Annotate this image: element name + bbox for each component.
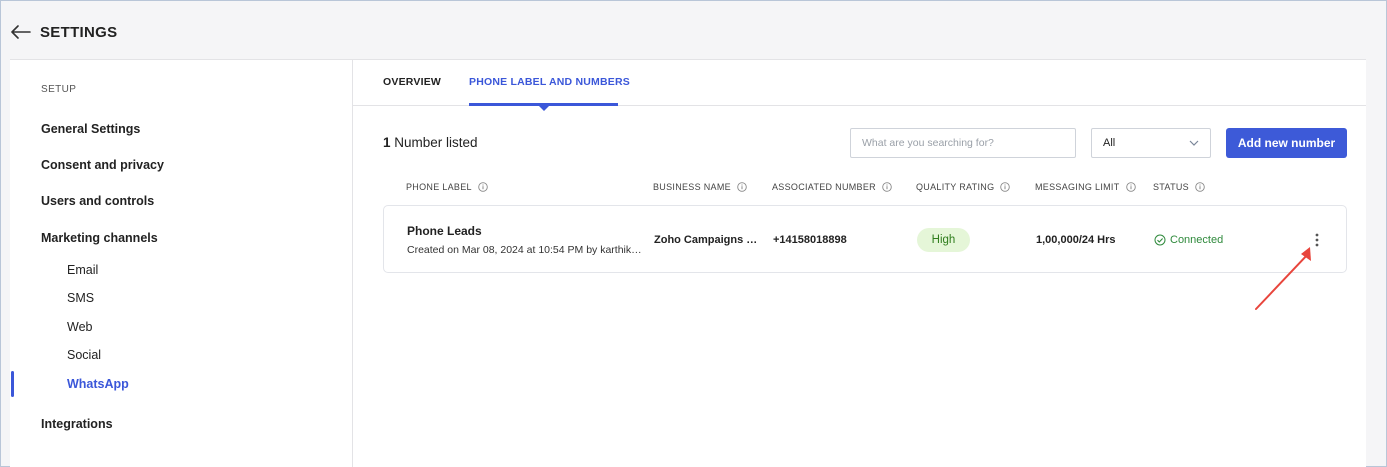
sidebar-item-marketing-channels[interactable]: Marketing channels [41,231,158,245]
annotation-arrow [1255,247,1311,310]
main-panel: OVERVIEW PHONE LABEL AND NUMBERS 1 Numbe… [353,59,1366,467]
sidebar-item-consent-privacy[interactable]: Consent and privacy [41,158,164,172]
chevron-down-icon [1189,137,1199,149]
table-row[interactable]: Phone Leads Created on Mar 08, 2024 at 1… [383,205,1347,273]
sidebar-item-users-controls[interactable]: Users and controls [41,194,154,208]
sidebar-item-integrations[interactable]: Integrations [41,417,113,431]
info-icon[interactable] [1000,182,1011,192]
sidebar-subitem-email[interactable]: Email [67,263,98,277]
info-icon[interactable] [478,182,488,192]
filter-value: All [1103,137,1116,149]
status-badge: Connected [1154,234,1223,246]
tab-overview[interactable]: OVERVIEW [383,76,441,88]
business-name: Zoho Campaigns Lo… [654,234,758,246]
info-icon[interactable] [1125,182,1136,192]
column-label: QUALITY RATING [916,182,995,192]
filter-select[interactable]: All [1091,128,1211,158]
column-label: ASSOCIATED NUMBER [772,182,876,192]
settings-header: SETTINGS [11,19,117,45]
column-label: STATUS [1153,182,1189,192]
back-arrow-icon[interactable] [11,21,33,43]
column-header-associated-number: ASSOCIATED NUMBER [772,182,892,192]
sidebar-subitem-whatsapp[interactable]: WhatsApp [67,377,129,391]
column-label: MESSAGING LIMIT [1035,182,1120,192]
status-text: Connected [1170,234,1224,246]
quality-rating-badge: High [917,228,970,252]
sidebar-subitem-social[interactable]: Social [67,348,101,362]
info-icon[interactable] [737,182,747,192]
tab-phone-label-numbers[interactable]: PHONE LABEL AND NUMBERS [469,76,630,88]
column-header-status: STATUS [1153,182,1205,192]
count-value: 1 [383,135,391,150]
column-header-business-name: BUSINESS NAME [653,182,747,192]
numbers-count: 1 Number listed [383,135,478,150]
associated-number: +14158018898 [773,234,847,246]
sidebar-subitem-sms[interactable]: SMS [67,291,94,305]
info-icon[interactable] [882,182,892,192]
column-label: PHONE LABEL [406,182,472,192]
tab-bar: OVERVIEW PHONE LABEL AND NUMBERS [353,60,1366,111]
phone-label-created: Created on Mar 08, 2024 at 10:54 PM by k… [407,244,642,256]
sidebar-subitem-web[interactable]: Web [67,320,92,334]
count-suffix: Number listed [394,135,478,150]
column-label: BUSINESS NAME [653,182,731,192]
page-title: SETTINGS [40,23,118,41]
check-circle-icon [1154,234,1166,246]
phone-label-title: Phone Leads [407,224,482,238]
column-header-messaging-limit: MESSAGING LIMIT [1035,182,1136,192]
active-tab-caret [539,106,549,111]
column-header-phone-label: PHONE LABEL [406,182,488,192]
info-icon[interactable] [1195,182,1205,192]
add-new-number-button[interactable]: Add new number [1226,128,1347,158]
sidebar-item-general-settings[interactable]: General Settings [41,122,140,136]
search-input[interactable] [850,128,1076,158]
active-indicator [11,371,14,397]
app-frame: SETTINGS SETUP General Settings Consent … [0,0,1387,467]
sidebar-section-label: SETUP [41,84,77,95]
messaging-limit: 1,00,000/24 Hrs [1036,234,1116,246]
column-header-quality-rating: QUALITY RATING [916,182,1011,192]
settings-sidebar: SETUP General Settings Consent and priva… [10,59,353,467]
